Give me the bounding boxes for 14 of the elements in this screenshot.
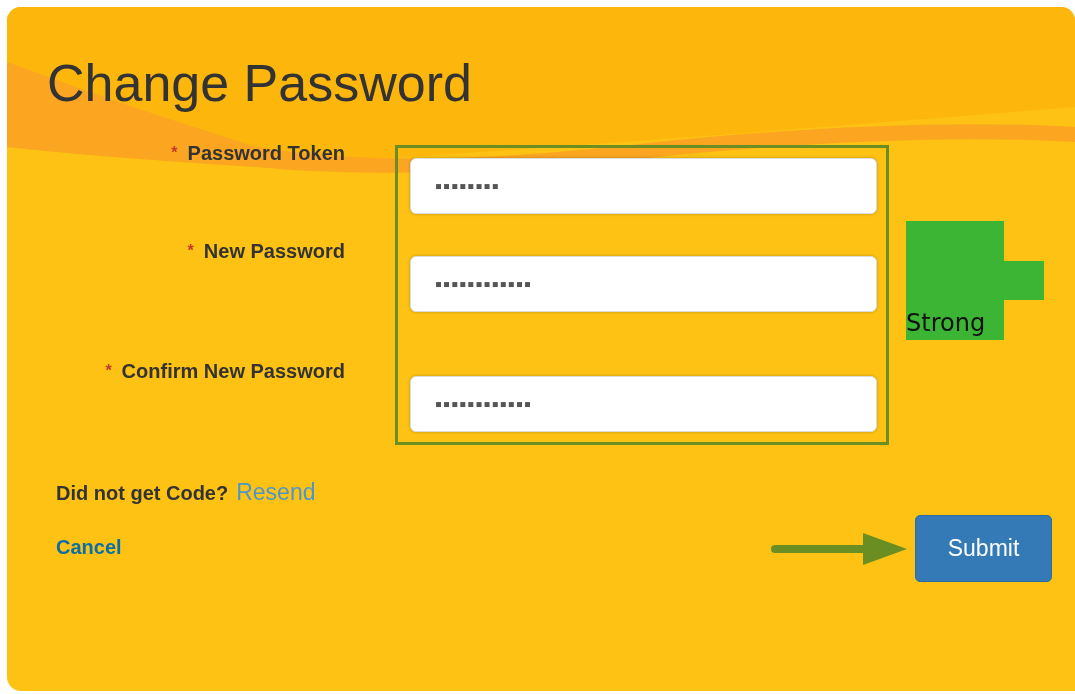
field-label: Password Token xyxy=(187,141,345,167)
arrow-icon xyxy=(771,530,907,567)
password-field[interactable]: ▪▪▪▪▪▪▪▪ xyxy=(410,158,877,215)
page-title: Change Password xyxy=(47,55,472,113)
password-field[interactable]: ▪▪▪▪▪▪▪▪▪▪▪▪ xyxy=(410,256,877,313)
required-mark: * xyxy=(187,241,194,262)
submit-button[interactable]: Submit xyxy=(915,515,1052,583)
field-label: New Password xyxy=(203,239,345,265)
password-field[interactable]: ▪▪▪▪▪▪▪▪▪▪▪▪ xyxy=(410,376,877,433)
required-mark: * xyxy=(171,143,178,164)
required-mark: * xyxy=(105,361,112,382)
field-label: Confirm New Password xyxy=(121,359,345,385)
strength-meter: Strong xyxy=(906,221,1046,342)
resend-prompt: Did not get Code? xyxy=(56,481,229,507)
